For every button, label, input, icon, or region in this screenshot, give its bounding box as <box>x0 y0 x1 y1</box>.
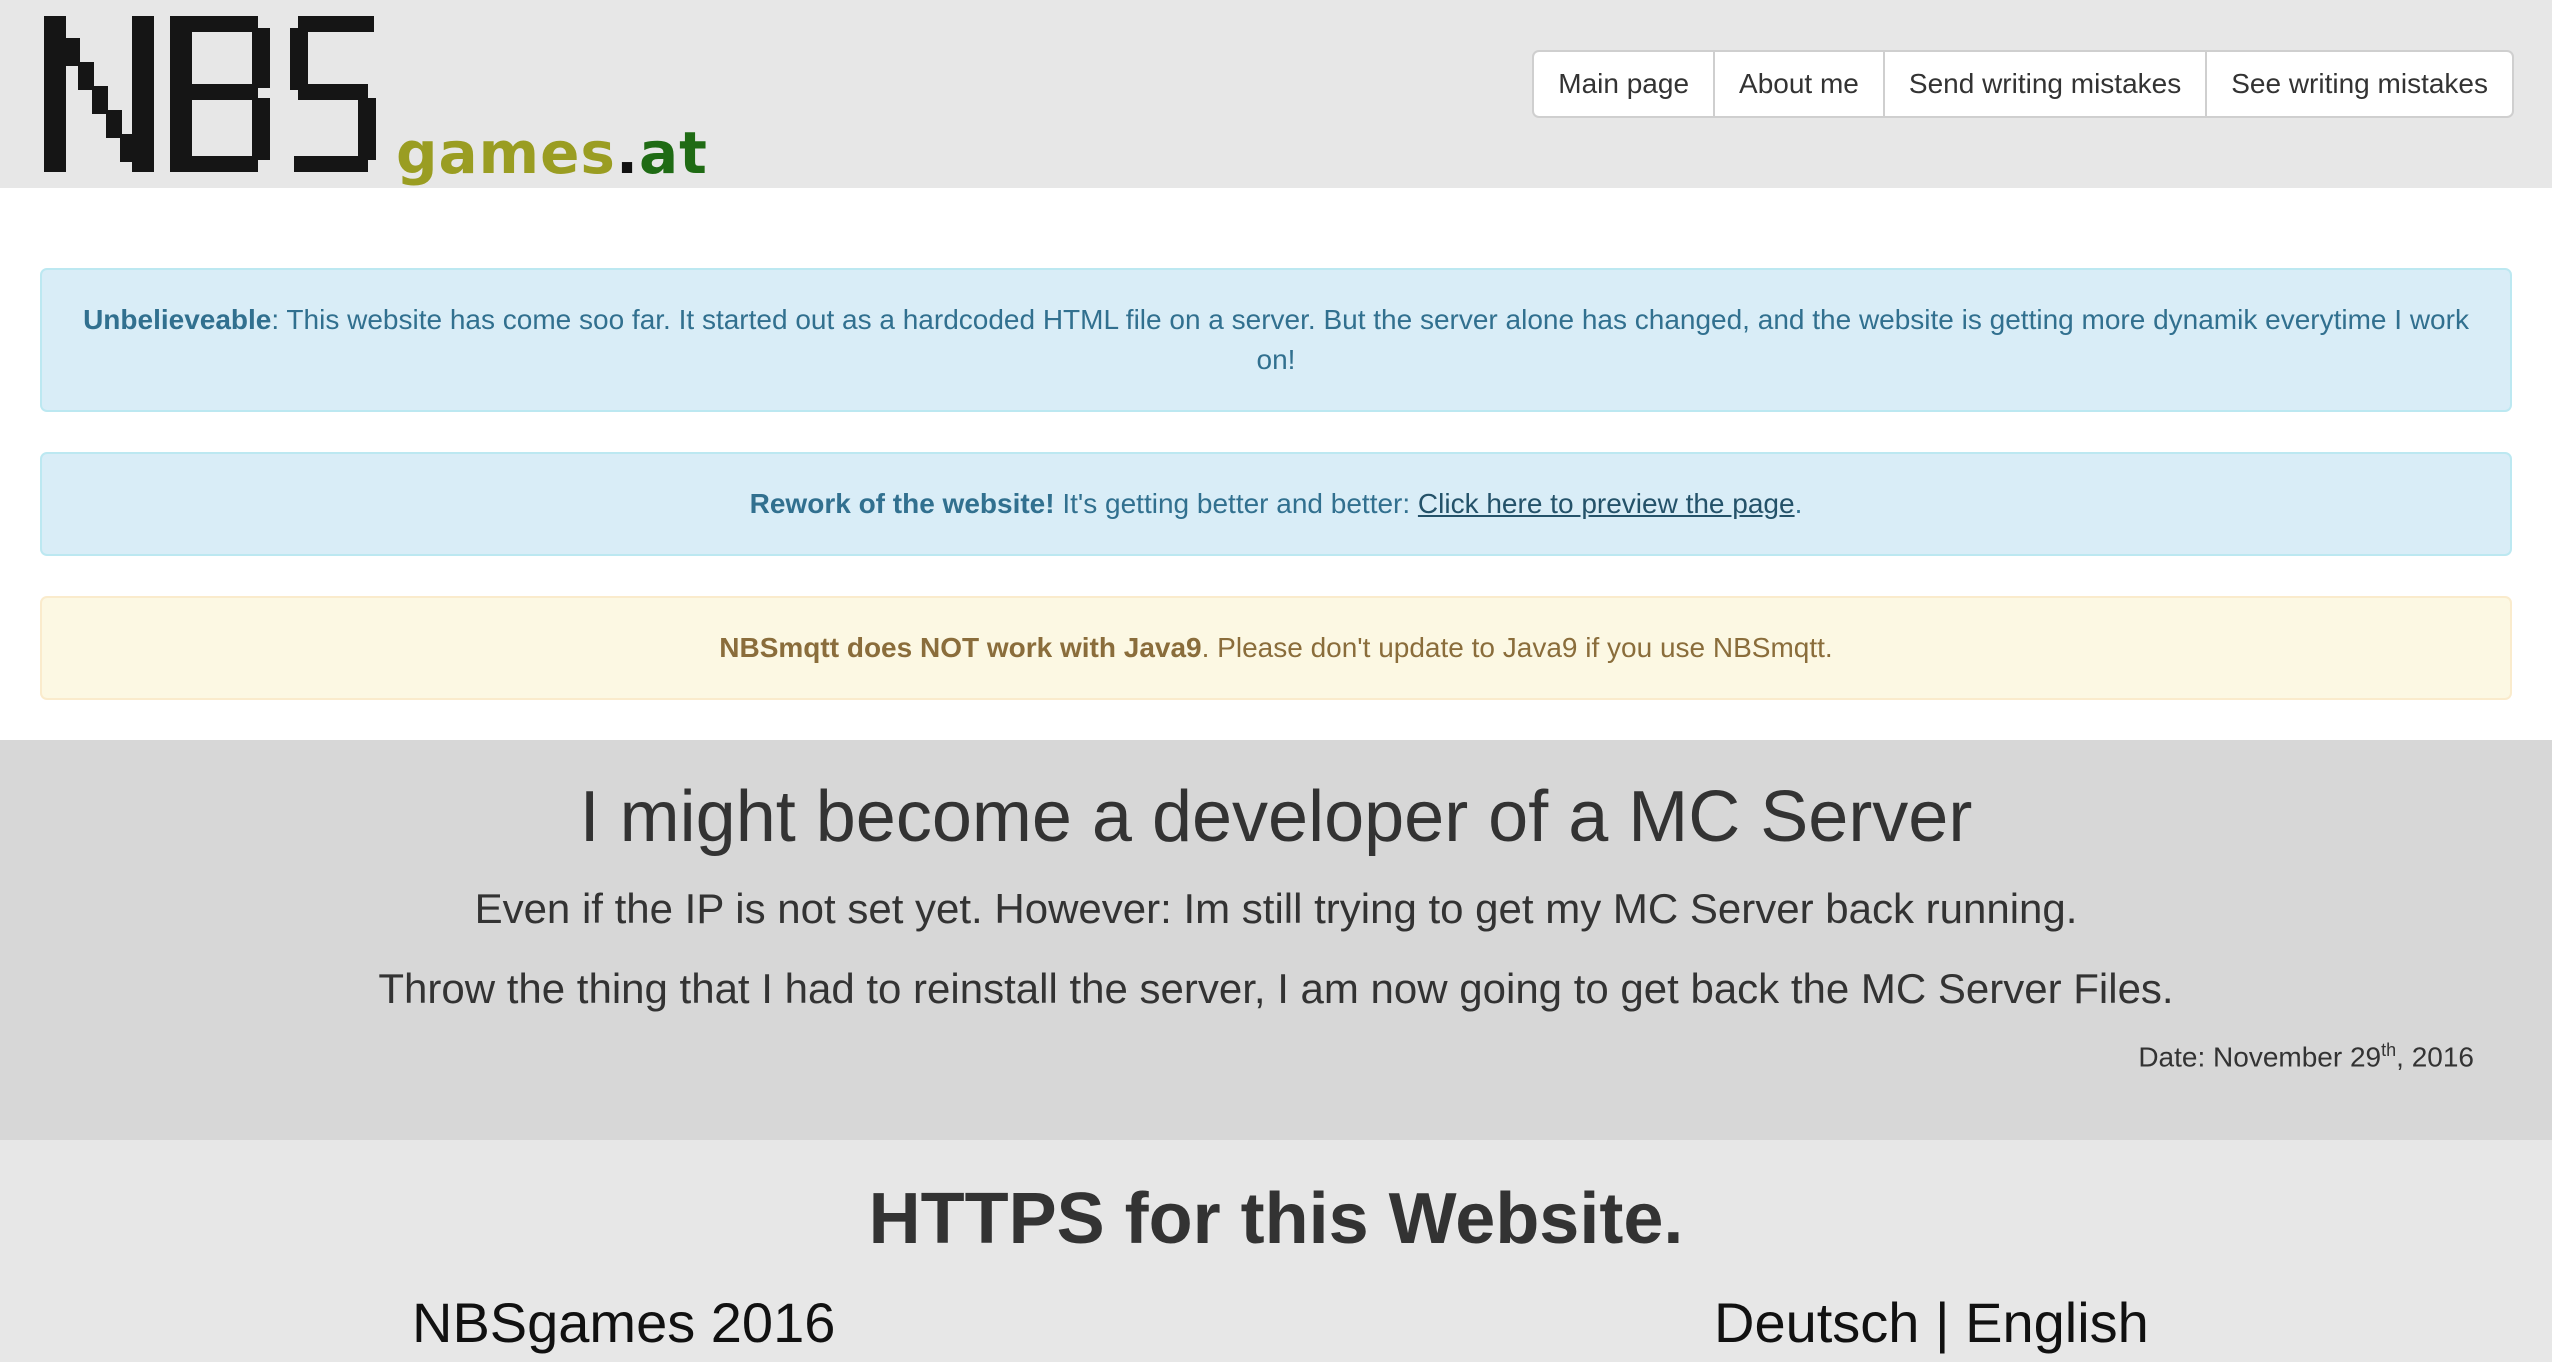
alert-text: Rework of the website! It's getting bett… <box>750 484 1803 524</box>
logo-domain-text: games.at <box>396 124 708 182</box>
nav-main-page[interactable]: Main page <box>1534 52 1713 116</box>
https-section: HTTPS for this Website. NBSgames 2016 De… <box>0 1140 2552 1362</box>
lang-english-link[interactable]: English <box>1965 1291 2149 1354</box>
news-date-prefix: Date: November 29 <box>2138 1041 2382 1073</box>
logo-dot-text: . <box>615 119 639 187</box>
alert-end: . <box>1794 488 1803 519</box>
alert-body: It's getting better and better: <box>1054 488 1418 519</box>
alert-text: Unbelieveable: This website has come soo… <box>76 300 2476 380</box>
alert-body: . Please don't update to Java9 if you us… <box>1201 632 1833 663</box>
site-header: games.at Main page About me Send writing… <box>0 0 2552 188</box>
alert-text: NBSmqtt does NOT work with Java9. Please… <box>719 628 1832 668</box>
logo-games-text: games <box>396 119 616 187</box>
news-date-year: , 2016 <box>2396 1041 2474 1073</box>
nav-about-me[interactable]: About me <box>1713 52 1883 116</box>
site-logo[interactable]: games.at <box>40 14 707 182</box>
news-date-ordinal: th <box>2381 1040 2397 1060</box>
nav-see-writing-mistakes[interactable]: See writing mistakes <box>2205 52 2512 116</box>
alert-bold-label: Unbelieveable <box>83 304 272 335</box>
nav-send-writing-mistakes[interactable]: Send writing mistakes <box>1882 52 2205 116</box>
logo-nbs-pixel-letters <box>44 16 376 172</box>
news-date: Date: November 29th, 2016 <box>2138 1040 2474 1073</box>
news-section: I might become a developer of a MC Serve… <box>0 740 2552 1140</box>
section-title: HTTPS for this Website. <box>868 1179 1684 1259</box>
lang-deutsch-link[interactable]: Deutsch <box>1714 1291 1919 1354</box>
alert-bold-label: Rework of the website! <box>749 488 1055 519</box>
logo-at-text: at <box>639 119 708 187</box>
footer-copyright: NBSgames 2016 <box>412 1291 836 1354</box>
alert-nbsmqtt-java9: NBSmqtt does NOT work with Java9. Please… <box>40 596 2512 700</box>
news-paragraph-1: Even if the IP is not set yet. However: … <box>474 885 2078 932</box>
news-paragraph-2: Throw the thing that I had to reinstall … <box>378 965 2174 1012</box>
alert-body: : This website has come soo far. It star… <box>271 304 2469 375</box>
lang-separator: | <box>1919 1291 1966 1354</box>
alert-unbelieveable: Unbelieveable: This website has come soo… <box>40 268 2512 412</box>
preview-page-link[interactable]: Click here to preview the page <box>1418 488 1795 519</box>
main-nav: Main page About me Send writing mistakes… <box>1532 50 2514 118</box>
news-title: I might become a developer of a MC Serve… <box>579 777 1973 857</box>
language-switcher: Deutsch | English <box>1714 1292 2149 1354</box>
alert-rework: Rework of the website! It's getting bett… <box>40 452 2512 556</box>
alert-bold-label: NBSmqtt does NOT work with Java9 <box>719 632 1202 663</box>
